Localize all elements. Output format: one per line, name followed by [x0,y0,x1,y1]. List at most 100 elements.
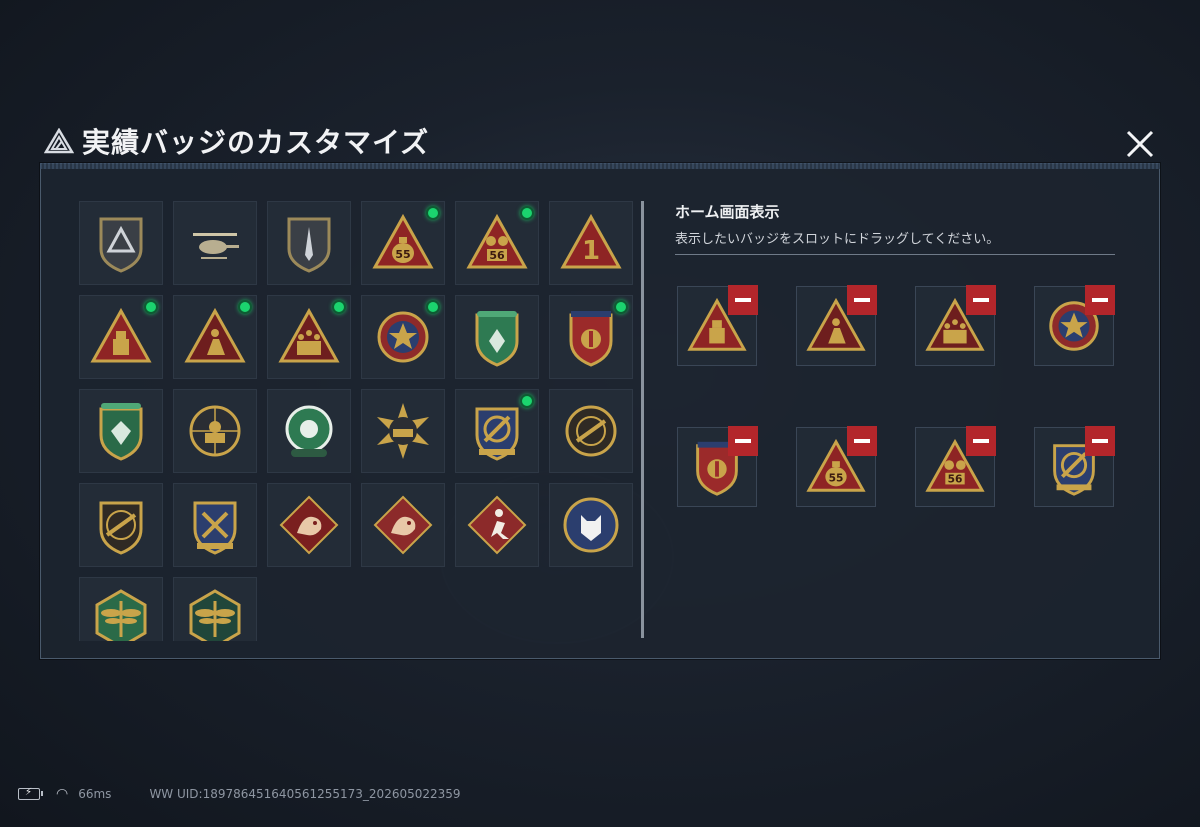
display-slot[interactable] [915,285,996,366]
dragon-crimson-badge-icon [373,495,433,555]
close-icon [1126,130,1154,158]
dragonfly-dark-badge-icon [189,589,241,641]
new-badge-indicator [520,394,534,408]
badge-cell[interactable] [549,483,633,567]
display-slot[interactable] [1034,285,1115,366]
usb-triangle-badge-icon [90,307,152,363]
badge-cell[interactable]: 55 [361,201,445,285]
number-one-badge-icon: 1 [560,213,622,269]
close-button[interactable] [1120,124,1160,164]
new-badge-indicator [426,300,440,314]
minus-icon [1092,439,1108,443]
money-bag-55-badge-icon: 55 [372,213,434,269]
badge-cell[interactable] [455,389,539,473]
badge-cell[interactable] [361,483,445,567]
uid-text: WW UID:18978645164056125517​3_2026050223… [149,787,461,801]
delta-shield-badge-icon [99,217,143,273]
green-shield-badge-icon [475,311,519,367]
chest-56-badge-icon: 56 [466,213,528,269]
badge-cell[interactable] [79,201,163,285]
dagger-shield-badge-icon [287,217,331,273]
badge-grid-scrollbar[interactable] [641,201,644,638]
badge-collection-grid[interactable]: 55 56 1 [79,201,634,641]
minus-icon [854,298,870,302]
badge-cell[interactable] [455,295,539,379]
badge-cell[interactable] [173,577,257,641]
display-slot[interactable] [796,285,877,366]
badge-cell[interactable] [173,483,257,567]
tank-starburst-badge-icon [377,403,429,459]
section-divider [675,254,1115,255]
rifle-shield-badge-icon [99,501,143,555]
page-title: 実績バッジのカスタマイズ [82,126,430,159]
badge-cell[interactable] [79,577,163,641]
badge-cell[interactable] [173,201,257,285]
kneeling-soldier-badge-icon [184,307,246,363]
crossed-rifle-shield-badge-icon [193,501,237,555]
badge-cell[interactable] [549,389,633,473]
svg-text:56: 56 [948,473,963,486]
display-slot[interactable] [677,426,758,507]
badge-cell[interactable] [267,295,351,379]
badge-cell[interactable] [361,295,445,379]
green-diamond-shield-badge-icon [99,403,143,461]
badge-cell[interactable] [361,389,445,473]
new-badge-indicator [614,300,628,314]
home-display-description: 表示したいバッジをスロットにドラッグしてください。 [675,232,1000,247]
svg-text:56: 56 [489,249,505,262]
remove-badge-button[interactable] [847,285,877,315]
remove-badge-button[interactable] [1085,285,1115,315]
wifi-icon: ◠ [56,786,69,802]
remove-badge-button[interactable] [1085,426,1115,456]
display-slot[interactable] [1034,426,1115,507]
remove-badge-button[interactable] [966,426,996,456]
display-slot[interactable]: 56 [915,426,996,507]
badge-cell[interactable] [173,389,257,473]
svg-text:55: 55 [829,472,844,485]
badge-cell[interactable] [549,295,633,379]
green-gear-badge-icon [285,405,333,457]
display-slot[interactable]: 55 [796,426,877,507]
badge-cell[interactable]: 56 [455,201,539,285]
badge-cell[interactable] [173,295,257,379]
badge-cell[interactable] [267,389,351,473]
delta-logo-icon [44,128,74,154]
badge-cell[interactable] [79,389,163,473]
crosshair-wing-badge-icon [475,407,519,461]
badge-cell[interactable] [267,483,351,567]
squad-triangle-badge-icon [278,307,340,363]
panel-top-border [40,163,1160,169]
badge-cell[interactable] [79,483,163,567]
minus-icon [735,298,751,302]
minus-icon [973,298,989,302]
badge-cell[interactable] [455,483,539,567]
minus-icon [854,439,870,443]
new-badge-indicator [520,206,534,220]
wolf-circle-badge-icon [563,497,619,553]
dragonfly-green-badge-icon [95,589,147,641]
svg-text:55: 55 [395,248,410,261]
badge-cell[interactable] [267,201,351,285]
helicopter-badge-icon [193,233,239,259]
ping-text: 66ms [78,787,112,801]
header: 実績バッジのカスタマイズ [44,120,429,162]
minus-icon [1092,298,1108,302]
remove-badge-button[interactable] [728,285,758,315]
new-badge-indicator [144,300,158,314]
rifle-circle-badge-icon [565,405,617,457]
badge-cell[interactable] [79,295,163,379]
home-display-title: ホーム画面表示 [675,203,780,221]
badge-cell[interactable]: 1 [549,201,633,285]
battery-icon: ⚡ [18,787,43,800]
minus-icon [735,439,751,443]
new-badge-indicator [332,300,346,314]
remove-badge-button[interactable] [728,426,758,456]
display-slot[interactable] [677,285,758,366]
remove-badge-button[interactable] [847,426,877,456]
new-badge-indicator [426,206,440,220]
svg-text:1: 1 [582,236,600,266]
star-medal-badge-icon [377,311,429,363]
new-badge-indicator [238,300,252,314]
minus-icon [973,439,989,443]
remove-badge-button[interactable] [966,285,996,315]
